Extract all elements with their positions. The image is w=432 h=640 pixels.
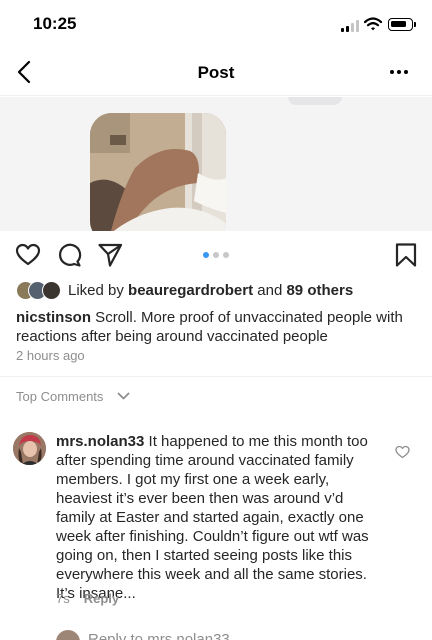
likes-others-count[interactable]: 89 others — [286, 282, 353, 299]
media-overlay-pill — [288, 97, 342, 105]
battery-icon — [388, 18, 416, 31]
avatar[interactable] — [13, 432, 46, 465]
status-bar: 10:25 — [0, 0, 432, 50]
reply-prefix: Reply to — [88, 631, 148, 640]
comment-body: mrs.nolan33 It happened to me this month… — [56, 432, 378, 603]
comment-username[interactable]: mrs.nolan33 — [56, 433, 144, 450]
chevron-down-icon[interactable] — [117, 391, 130, 401]
liker-avatars — [16, 281, 66, 301]
likes-middle: and — [253, 282, 287, 299]
post-photo-image — [90, 113, 226, 231]
comment-text: It happened to me this month too after s… — [56, 433, 369, 602]
likes-text: Liked by beauregardrobert and 89 others — [68, 282, 353, 299]
likes-summary[interactable]: Liked by beauregardrobert and 89 others — [16, 280, 416, 302]
comment-like-heart-icon[interactable] — [395, 445, 410, 459]
avatar — [56, 630, 80, 640]
divider — [0, 376, 432, 377]
caption-username[interactable]: nicstinson — [16, 309, 91, 326]
post-timestamp: 2 hours ago — [16, 348, 85, 363]
status-time: 10:25 — [33, 14, 77, 33]
likes-prefix: Liked by — [68, 282, 129, 299]
avatar — [42, 281, 61, 300]
page-title: Post — [197, 63, 235, 82]
heart-icon[interactable] — [15, 242, 41, 268]
top-navigation-bar: Post — [0, 50, 432, 96]
bookmark-icon[interactable] — [393, 242, 419, 268]
wifi-icon — [364, 17, 382, 31]
liker-username[interactable]: beauregardrobert — [128, 282, 253, 299]
post-caption: nicstinson Scroll. More proof of unvacci… — [16, 308, 416, 346]
reply-input-placeholder[interactable]: Reply to mrs.nolan33 — [88, 631, 230, 640]
more-horizontal-icon[interactable] — [387, 68, 411, 76]
reply-button[interactable]: Reply — [84, 591, 119, 606]
send-icon[interactable] — [97, 242, 123, 268]
post-media-carousel[interactable] — [0, 97, 432, 231]
cellular-signal-icon — [341, 20, 360, 32]
post-photo[interactable] — [90, 113, 226, 231]
commenter-avatar-image — [13, 432, 46, 465]
post-actions-row — [0, 236, 432, 276]
reply-target: mrs.nolan33 — [147, 631, 230, 640]
carousel-page-indicator — [203, 252, 233, 260]
top-comments-toggle[interactable]: Top Comments — [16, 389, 103, 404]
comment-icon[interactable] — [56, 242, 82, 268]
reply-input-bar[interactable]: Reply to mrs.nolan33 — [0, 622, 432, 640]
comment-meta: 7s Reply — [56, 591, 119, 606]
comment-age: 7s — [56, 591, 70, 606]
